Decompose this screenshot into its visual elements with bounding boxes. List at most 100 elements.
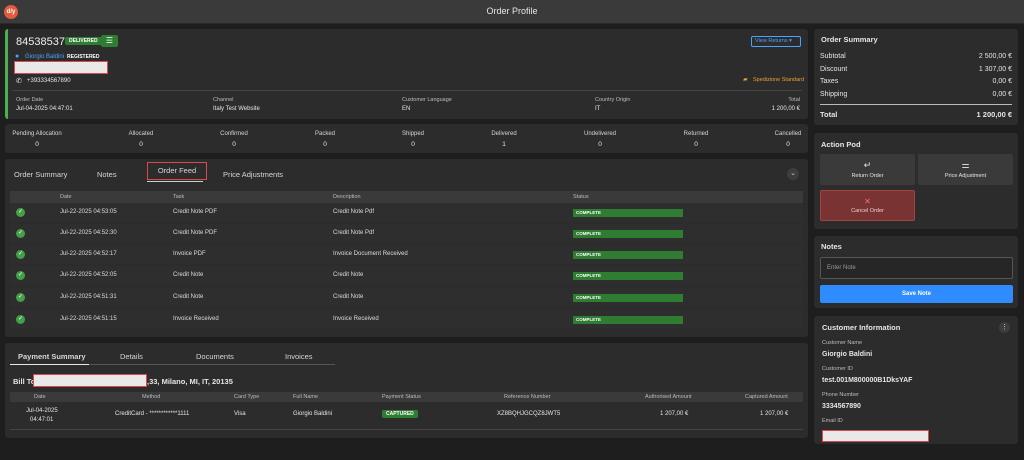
tab-details[interactable]: Details xyxy=(120,352,143,361)
tab-order-summary[interactable]: Order Summary xyxy=(14,170,67,179)
active-tab-underline xyxy=(147,181,203,182)
sliders-icon: ⚌ xyxy=(961,160,970,170)
row-description: Credit Note Pdf xyxy=(333,230,375,236)
cancel-order-button[interactable]: ✕ Cancel Order xyxy=(820,190,915,221)
row-task: Credit Note xyxy=(173,272,204,278)
tab-price-adjustments[interactable]: Price Adjustments xyxy=(223,170,283,179)
registered-badge: REGISTERED xyxy=(67,54,100,60)
table-row: ✓ Jul-22-2025 04:53:05 Credit Note PDF Cred… xyxy=(10,203,803,222)
check-circle-icon: ✓ xyxy=(16,208,25,217)
stat-value: 0 xyxy=(323,141,327,148)
redacted-email-value xyxy=(822,430,929,442)
customer-id-label: Customer ID xyxy=(822,366,853,372)
row-description: Credit Note xyxy=(333,294,364,300)
tab-invoices[interactable]: Invoices xyxy=(285,352,313,361)
table-row: ✓ Jul-22-2025 04:52:17 Invoice PDF Invoice … xyxy=(10,245,803,264)
stat-label: Returned xyxy=(683,131,709,137)
customer-name: Giorgio Baldini xyxy=(822,351,873,358)
note-input[interactable]: Enter Note xyxy=(820,257,1013,279)
order-phone: +393334567890 xyxy=(27,78,71,84)
view-returns-dropdown[interactable]: View Returns ▾ xyxy=(751,36,801,47)
menu-lines-icon[interactable]: ☰ xyxy=(101,35,118,47)
return-order-label: Return Order xyxy=(851,173,884,179)
close-icon: ✕ xyxy=(864,197,871,206)
truck-icon: ▰ xyxy=(743,77,748,83)
stat-label: Packed xyxy=(314,131,335,137)
payment-authorised: 1 207,00 € xyxy=(660,411,689,417)
meta-value-channel: Italy Test Website xyxy=(213,106,260,112)
check-circle-icon: ✓ xyxy=(16,229,25,238)
summary-row-subtotal: Subtotal 2 500,00 € xyxy=(820,53,1012,60)
summary-total-value: 1 200,00 € xyxy=(976,110,1012,119)
cancel-order-label: Cancel Order xyxy=(851,208,884,214)
payment-reference: XZ8BQHJGCQZ8JWT5 xyxy=(497,411,561,417)
table-row: ✓ Jul-22-2025 04:51:31 Credit Note Credit N… xyxy=(10,288,803,307)
table-row: ✓ Jul-22-2025 04:52:30 Credit Note PDF Cred… xyxy=(10,224,803,243)
stat-label: Allocated xyxy=(128,131,154,137)
meta-label-channel: Channel xyxy=(213,97,234,103)
feed-header-description: Description xyxy=(333,194,361,200)
row-date: Jul-22-2025 04:51:31 xyxy=(60,294,117,300)
payment-card-type: Visa xyxy=(234,411,246,417)
row-task: Invoice PDF xyxy=(173,251,206,257)
stat-label: Pending Allocation xyxy=(12,131,62,137)
tab-notes[interactable]: Notes xyxy=(97,170,117,179)
summary-total-label: Total xyxy=(820,110,838,119)
payment-method: CreditCard - ************1111 xyxy=(115,411,190,417)
check-circle-icon: ✓ xyxy=(16,293,25,302)
row-date: Jul-22-2025 04:52:05 xyxy=(60,272,117,278)
summary-value: 1 307,00 € xyxy=(978,66,1012,73)
check-circle-icon: ✓ xyxy=(16,315,25,324)
stat-undelivered: Undelivered 0 xyxy=(565,131,635,148)
status-bar: COMPLETE xyxy=(573,272,683,280)
payment-header-date: Date xyxy=(34,394,46,400)
action-pod-title: Action Pod xyxy=(821,140,861,149)
page-title: Order Profile xyxy=(486,6,538,16)
save-note-button[interactable]: Save Note xyxy=(820,285,1013,303)
stat-delivered: Delivered 1 xyxy=(469,131,539,148)
email-label: Email ID xyxy=(822,418,843,424)
payment-status-badge: CAPTURED xyxy=(382,410,418,418)
stat-packed: Packed 0 xyxy=(290,131,360,148)
stat-cancelled: Cancelled 0 xyxy=(753,131,823,148)
row-task: Credit Note PDF xyxy=(173,209,218,215)
stat-label: Shipped xyxy=(401,131,425,137)
meta-label-total: Total xyxy=(788,97,800,103)
summary-value: 0,00 € xyxy=(992,78,1012,85)
user-icon: ● xyxy=(15,53,20,60)
more-vertical-icon[interactable]: ⋮ xyxy=(999,322,1010,333)
collapse-chevron-icon[interactable]: ⌄ xyxy=(787,168,799,180)
tab-payment-summary[interactable]: Payment Summary xyxy=(18,352,86,361)
status-bar: COMPLETE xyxy=(573,251,683,259)
phone-number: 3334567890 xyxy=(822,403,861,410)
meta-value-country: IT xyxy=(595,106,601,112)
tab-documents[interactable]: Documents xyxy=(196,352,234,361)
meta-value-language: EN xyxy=(402,106,411,112)
summary-label: Discount xyxy=(820,66,848,73)
summary-divider xyxy=(820,104,1012,105)
stat-value: 0 xyxy=(694,141,698,148)
row-task: Invoice Received xyxy=(173,316,219,322)
row-date: Jul-22-2025 04:53:05 xyxy=(60,209,117,215)
payment-header-method: Method xyxy=(142,394,161,400)
divider xyxy=(12,90,802,91)
row-date: Jul-22-2025 04:52:17 xyxy=(60,251,117,257)
tab-order-feed[interactable]: Order Feed xyxy=(147,162,207,180)
stat-label: Cancelled xyxy=(774,131,802,137)
row-date: Jul-22-2025 04:52:30 xyxy=(60,230,117,236)
price-adjustment-button[interactable]: ⚌ Price Adjustment xyxy=(918,154,1013,185)
chevron-down-icon: ▾ xyxy=(789,38,792,44)
summary-value: 0,00 € xyxy=(992,91,1012,98)
shipping-method: Spedizione Standard xyxy=(753,77,805,83)
payment-header-authorised: Authorised Amount xyxy=(645,394,692,400)
stat-value: 0 xyxy=(411,141,415,148)
stat-shipped: Shipped 0 xyxy=(378,131,448,148)
payment-header-reference: Reference Number xyxy=(504,394,551,400)
customer-name-link[interactable]: Giorgio Baldini xyxy=(25,54,64,60)
return-order-button[interactable]: ↵ Return Order xyxy=(820,154,915,185)
feed-header-status: Status xyxy=(573,194,589,200)
summary-row-total: Total 1 200,00 € xyxy=(820,110,1012,119)
status-bar: COMPLETE xyxy=(573,316,683,324)
summary-row-discount: Discount 1 307,00 € xyxy=(820,66,1012,73)
tab-divider xyxy=(89,364,335,365)
